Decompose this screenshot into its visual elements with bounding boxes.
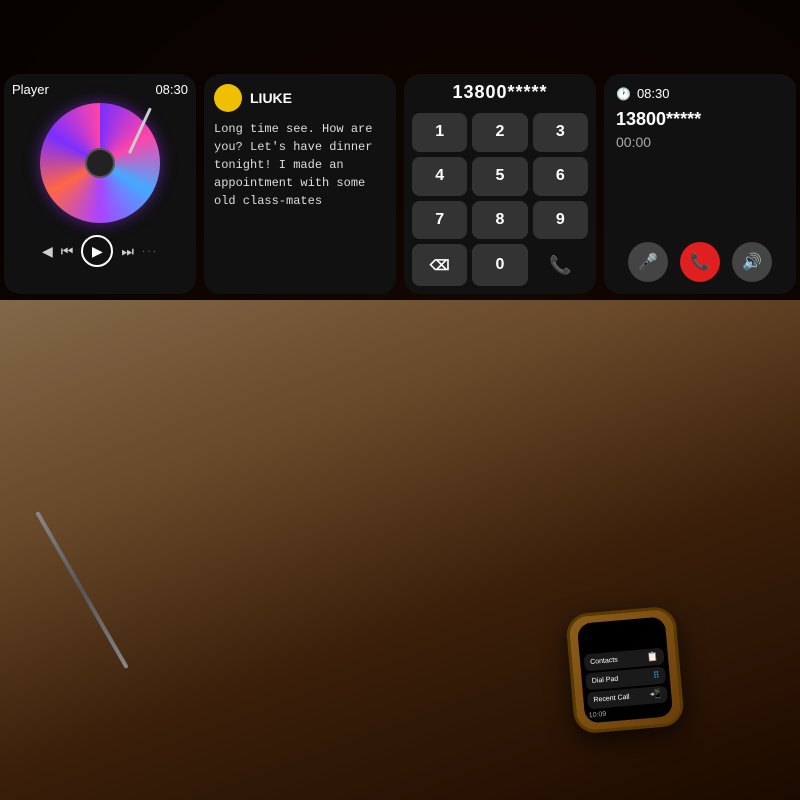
keypad: 1 2 3 4 5 6 7 8 9 ⌫ 0 📞 bbox=[412, 113, 588, 286]
vinyl-container bbox=[40, 103, 160, 223]
vinyl-center bbox=[85, 148, 115, 178]
key-3[interactable]: 3 bbox=[533, 113, 588, 152]
recent-label: Recent Call bbox=[593, 694, 630, 704]
key-0[interactable]: 0 bbox=[472, 244, 527, 286]
key-6[interactable]: 6 bbox=[533, 157, 588, 196]
more-dots: ··· bbox=[142, 246, 158, 257]
music-controls: ◀ ⏮ ▶ ⏭ ··· bbox=[12, 235, 188, 267]
key-call[interactable]: 📞 bbox=[533, 244, 588, 286]
next-button[interactable]: ⏭ bbox=[121, 243, 134, 260]
answer-duration: 00:00 bbox=[616, 134, 784, 150]
player-label: Player bbox=[12, 82, 49, 97]
dialpad-icon: ⠿ bbox=[653, 670, 661, 682]
key-7[interactable]: 7 bbox=[412, 201, 467, 240]
contacts-label: Contacts bbox=[590, 657, 618, 666]
speaker-button[interactable]: 🔊 bbox=[732, 242, 772, 282]
player-time: 08:30 bbox=[155, 82, 188, 97]
key-1[interactable]: 1 bbox=[412, 113, 467, 152]
play-button[interactable]: ▶ bbox=[81, 235, 113, 267]
music-player-panel: Player 08:30 ◀ ⏮ ▶ ⏭ ··· bbox=[4, 74, 196, 294]
answer-controls: 🎤 📞 🔊 bbox=[616, 242, 784, 282]
message-header: LIUKE bbox=[214, 84, 386, 112]
message-panel: LIUKE Long time see. How are you? Let's … bbox=[204, 74, 396, 294]
end-call-button[interactable]: 📞 bbox=[680, 242, 720, 282]
watch-screen: Contacts 📋 Dial Pad ⠿ Recent Call 📲 10:0… bbox=[577, 616, 673, 723]
mic-button[interactable]: 🎤 bbox=[628, 242, 668, 282]
key-5[interactable]: 5 bbox=[472, 157, 527, 196]
answer-header: 🕐 08:30 bbox=[616, 86, 784, 101]
key-2[interactable]: 2 bbox=[472, 113, 527, 152]
key-9[interactable]: 9 bbox=[533, 201, 588, 240]
answer-call-panel: 🕐 08:30 13800***** 00:00 🎤 📞 🔊 bbox=[604, 74, 796, 294]
watch-body: Contacts 📋 Dial Pad ⠿ Recent Call 📲 10:0… bbox=[565, 605, 685, 734]
recent-icon: 📲 bbox=[650, 689, 662, 701]
key-8[interactable]: 8 bbox=[472, 201, 527, 240]
panels-row: Player 08:30 ◀ ⏮ ▶ ⏭ ··· LIUKE Long time… bbox=[0, 70, 800, 298]
dialpad-label: Dial Pad bbox=[592, 676, 619, 685]
smartwatch: Contacts 📋 Dial Pad ⠿ Recent Call 📲 10:0… bbox=[565, 605, 685, 734]
contacts-icon: 📋 bbox=[646, 651, 658, 663]
phone-number-display: 13800***** bbox=[412, 82, 588, 103]
volume-button[interactable]: ◀ bbox=[42, 243, 53, 260]
answer-number: 13800***** bbox=[616, 109, 784, 130]
answer-time: 08:30 bbox=[637, 86, 670, 101]
sender-name: LIUKE bbox=[250, 90, 292, 106]
dialpad-panel: 13800***** 1 2 3 4 5 6 7 8 9 ⌫ 0 📞 bbox=[404, 74, 596, 294]
message-text: Long time see. How are you? Let's have d… bbox=[214, 120, 386, 210]
prev-button[interactable]: ⏮ bbox=[61, 243, 74, 260]
clock-icon: 🕐 bbox=[616, 87, 631, 101]
key-delete[interactable]: ⌫ bbox=[412, 244, 467, 286]
avatar bbox=[214, 84, 242, 112]
key-4[interactable]: 4 bbox=[412, 157, 467, 196]
music-header: Player 08:30 bbox=[12, 82, 188, 97]
